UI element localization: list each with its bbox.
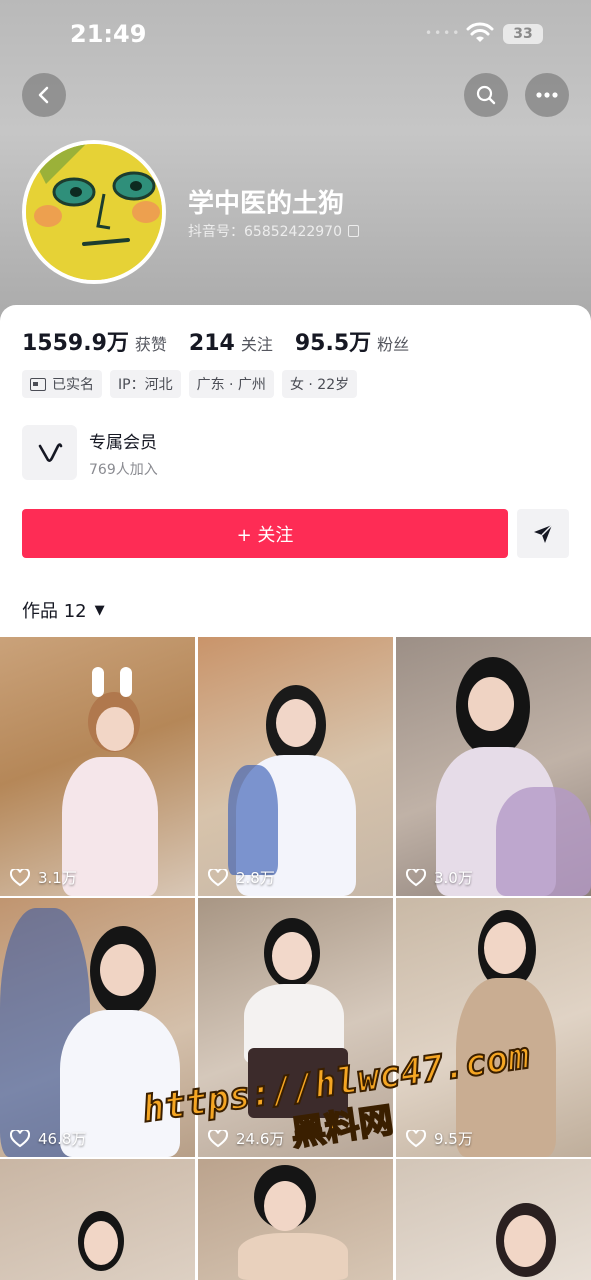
stat-following-value: 214 bbox=[188, 331, 235, 356]
video-likes-count: 3.0万 bbox=[434, 869, 473, 887]
battery-indicator: 33 bbox=[503, 24, 543, 44]
douyin-id-text: 抖音号：65852422970 bbox=[188, 224, 342, 240]
follow-button[interactable]: + 关注 bbox=[22, 509, 508, 558]
status-bar: 21:49 •••• 33 bbox=[0, 0, 591, 70]
search-button[interactable] bbox=[464, 73, 508, 117]
video-tile[interactable]: 2.8万 bbox=[198, 637, 393, 896]
video-likes-count: 46.8万 bbox=[38, 1130, 87, 1148]
search-icon bbox=[476, 85, 496, 105]
send-icon bbox=[534, 523, 553, 543]
stat-followers[interactable]: 95.5万 粉丝 bbox=[295, 325, 409, 357]
stats-row: 1559.9万 获赞 214 关注 95.5万 粉丝 bbox=[22, 325, 431, 357]
video-likes: 2.8万 bbox=[208, 867, 275, 888]
video-tile[interactable]: 3.1万 bbox=[0, 637, 195, 896]
tag-ip: IP：河北 bbox=[110, 370, 181, 398]
tag-gender-age: 女 · 22岁 bbox=[281, 370, 358, 398]
tab-works-label: 作品 12 bbox=[22, 601, 87, 622]
video-likes: 3.1万 bbox=[10, 867, 77, 888]
heart-icon bbox=[406, 868, 426, 886]
message-button[interactable] bbox=[517, 509, 569, 558]
membership-logo[interactable] bbox=[22, 425, 77, 480]
tab-works[interactable]: 作品 12 ▼ bbox=[22, 597, 105, 623]
stat-followers-value: 95.5万 bbox=[294, 331, 372, 356]
stat-likes-value: 1559.9万 bbox=[22, 331, 129, 356]
video-tile[interactable] bbox=[0, 1159, 195, 1280]
more-icon bbox=[536, 92, 558, 98]
more-button[interactable] bbox=[525, 73, 569, 117]
signal-icon: •••• bbox=[425, 26, 462, 40]
copy-icon[interactable] bbox=[347, 225, 359, 237]
stat-likes[interactable]: 1559.9万 获赞 bbox=[22, 325, 167, 357]
back-button[interactable] bbox=[22, 73, 66, 117]
tag-location: 广东 · 广州 bbox=[188, 370, 274, 398]
tag-verified-label: 已实名 bbox=[52, 377, 94, 393]
v-logo-icon bbox=[38, 442, 62, 462]
video-likes: 46.8万 bbox=[10, 1128, 86, 1149]
membership-count: 769人加入 bbox=[89, 462, 158, 478]
stat-followers-label: 粉丝 bbox=[377, 335, 410, 354]
video-tile[interactable] bbox=[396, 1159, 591, 1280]
stat-following[interactable]: 214 关注 bbox=[189, 331, 273, 356]
membership-title[interactable]: 专属会员 bbox=[89, 428, 157, 453]
heart-icon bbox=[208, 868, 228, 886]
back-icon bbox=[38, 86, 49, 104]
status-time: 21:49 bbox=[70, 20, 147, 48]
dropdown-caret-icon: ▼ bbox=[94, 602, 105, 618]
tag-verified: 已实名 bbox=[22, 370, 102, 398]
douyin-id[interactable]: 抖音号：65852422970 bbox=[188, 221, 359, 241]
stat-following-label: 关注 bbox=[240, 335, 273, 354]
avatar[interactable] bbox=[22, 140, 166, 284]
heart-icon bbox=[10, 868, 30, 886]
id-card-icon bbox=[30, 377, 46, 391]
video-tile[interactable]: 3.0万 bbox=[396, 637, 591, 896]
profile-tags: 已实名 IP：河北 广东 · 广州 女 · 22岁 bbox=[22, 370, 365, 398]
video-likes: 3.0万 bbox=[406, 867, 473, 888]
wifi-icon bbox=[466, 22, 494, 42]
video-likes-count: 2.8万 bbox=[236, 869, 275, 887]
video-likes-count: 3.1万 bbox=[38, 869, 77, 887]
video-tile[interactable] bbox=[198, 1159, 393, 1280]
stat-likes-label: 获赞 bbox=[134, 335, 167, 354]
profile-nickname: 学中医的土狗 bbox=[188, 189, 345, 219]
heart-icon bbox=[10, 1129, 30, 1147]
